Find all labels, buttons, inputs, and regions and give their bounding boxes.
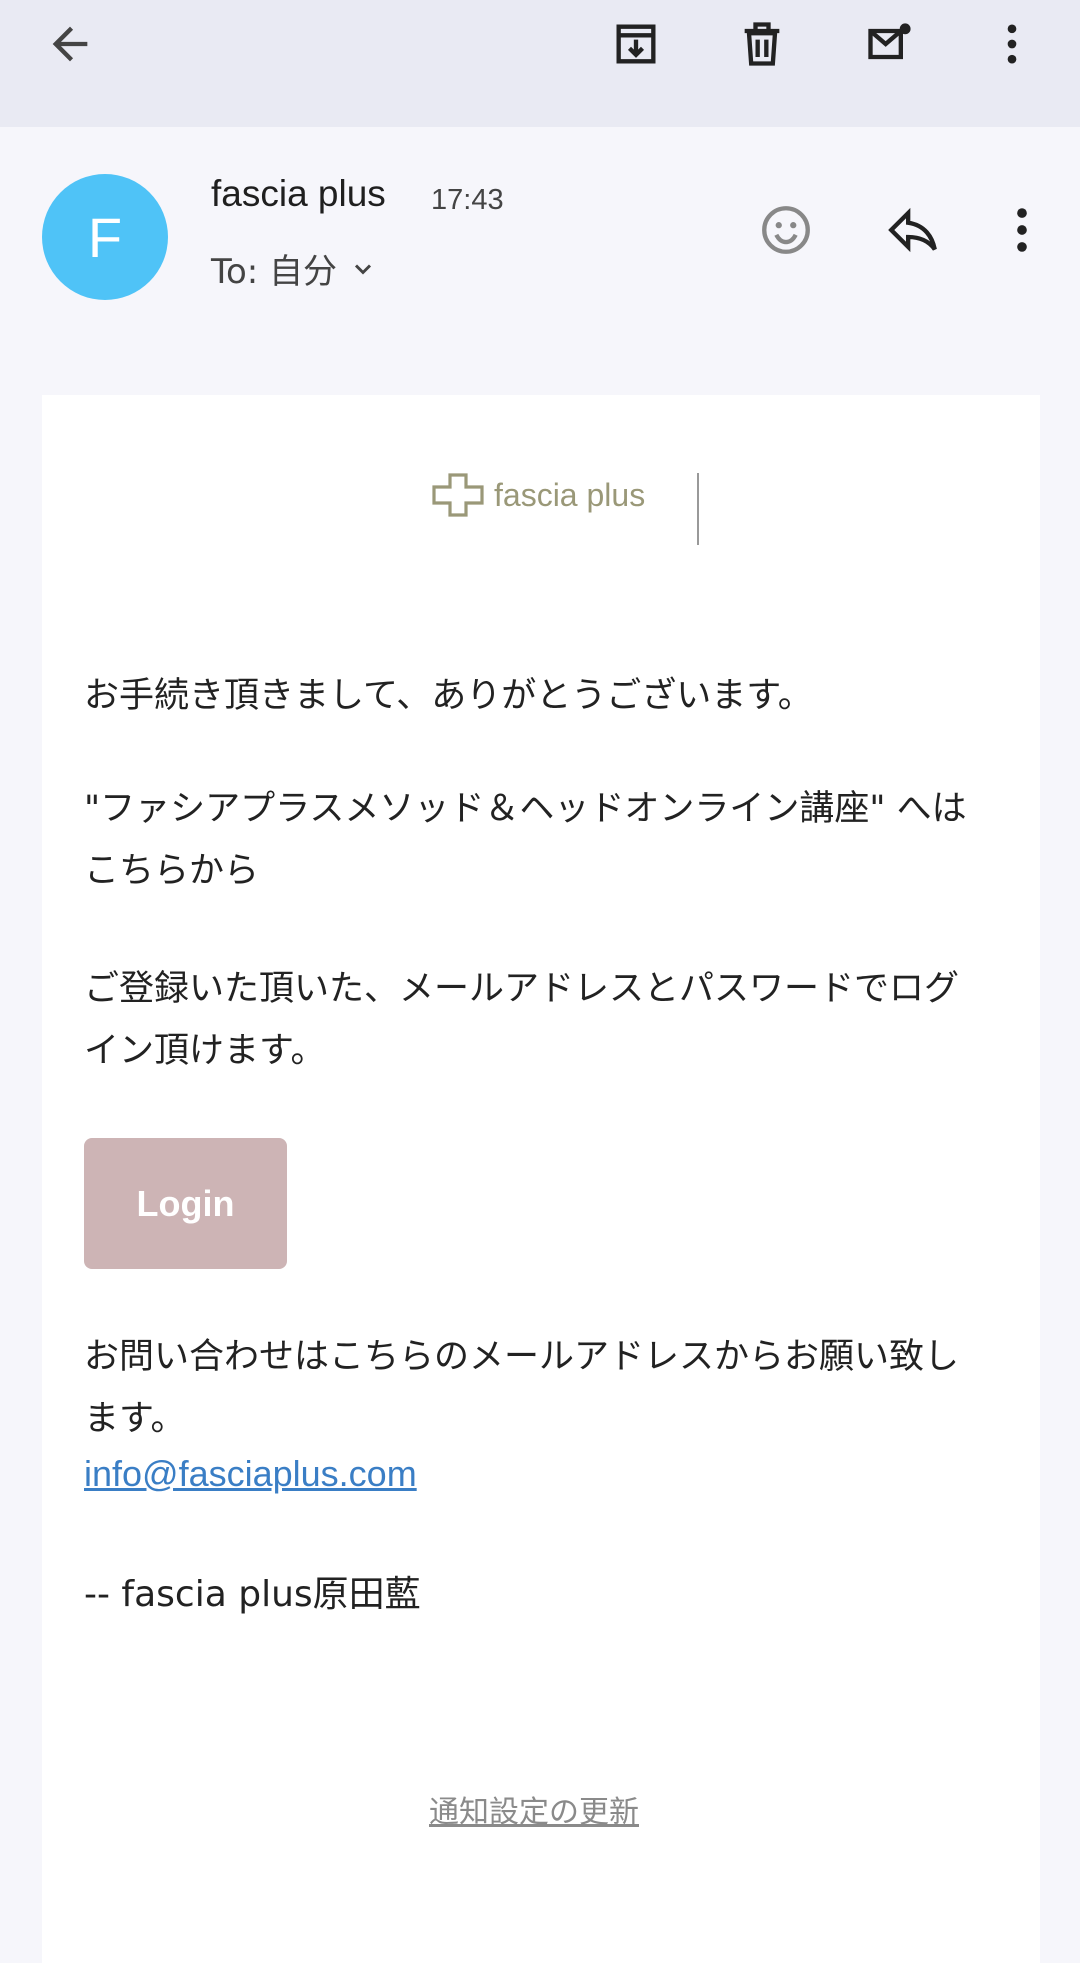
fascia-plus-logo: fascia plus bbox=[432, 473, 645, 517]
thanks-paragraph: お手続き頂きまして、ありがとうございます。 bbox=[84, 676, 813, 716]
chevron-down-icon bbox=[355, 263, 372, 275]
email-body: fascia plus お手続き頂きまして、ありがとうございます。 "ファシアプ… bbox=[42, 395, 1040, 1963]
back-arrow-icon[interactable] bbox=[38, 12, 102, 76]
login-info-paragraph: ご登録いた頂いた、メールアドレスとパスワードでログイン頂けます。 bbox=[84, 969, 960, 1071]
more-vert-icon[interactable] bbox=[980, 12, 1044, 76]
trash-icon[interactable] bbox=[730, 12, 794, 76]
emoji-react-icon[interactable] bbox=[751, 195, 821, 265]
recipient-label: To: 自分 bbox=[211, 252, 338, 292]
contact-email-link[interactable]: info@fasciaplus.com bbox=[84, 1453, 417, 1495]
course-paragraph: "ファシアプラスメソッド＆ヘッドオンライン講座" へはこちらから bbox=[84, 789, 967, 891]
more-vert-icon[interactable] bbox=[987, 195, 1057, 265]
logo-text: fascia plus bbox=[494, 476, 646, 513]
sent-time: 17:43 bbox=[431, 184, 504, 216]
recipient-toggle[interactable]: To: 自分 bbox=[211, 244, 377, 293]
archive-icon[interactable] bbox=[604, 12, 668, 76]
cross-icon bbox=[432, 473, 484, 517]
signature: -- fascia plus原田藍 bbox=[84, 1574, 421, 1615]
email-header: F fascia plus 17:43 To: 自分 bbox=[0, 127, 1080, 395]
login-button[interactable]: Login bbox=[84, 1138, 287, 1269]
logo-divider bbox=[697, 473, 699, 545]
sender-name[interactable]: fascia plus bbox=[211, 173, 386, 215]
contact-paragraph: お問い合わせはこちらのメールアドレスからお願い致します。 bbox=[84, 1337, 960, 1439]
mail-unread-icon[interactable] bbox=[858, 12, 922, 76]
reply-icon[interactable] bbox=[878, 195, 948, 265]
notification-settings-link[interactable]: 通知設定の更新 bbox=[429, 1787, 639, 1831]
avatar[interactable]: F bbox=[42, 174, 168, 300]
top-toolbar bbox=[0, 0, 1080, 127]
